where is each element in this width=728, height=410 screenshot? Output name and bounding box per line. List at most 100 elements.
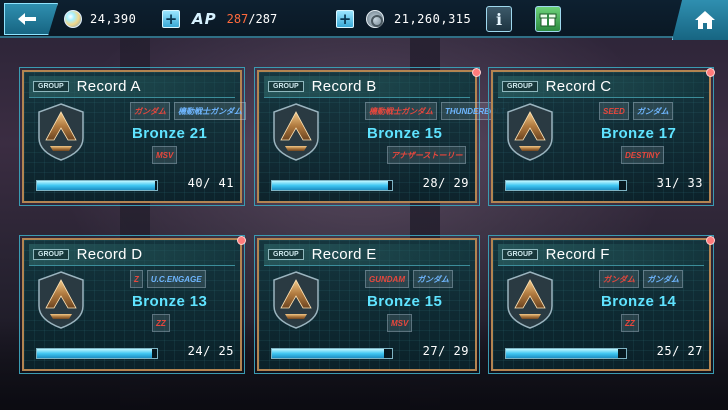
bronze-rank-badge-icon: [271, 102, 321, 162]
series-logo: ΖΖ: [152, 314, 170, 332]
record-card[interactable]: GROUP Record A ガンダム 機動戦士ガンダム Bronze 21 M…: [19, 67, 246, 206]
progress-count: 25/ 27: [656, 344, 703, 358]
resource-2-value: 21,260,315: [394, 12, 472, 26]
series-logo: MSV: [152, 146, 178, 164]
card-header: GROUP Record D: [29, 244, 235, 266]
group-tag: GROUP: [33, 81, 69, 92]
progress-count: 31/ 33: [656, 176, 703, 190]
info-button[interactable]: i: [486, 6, 512, 32]
rank-label: Bronze 17: [601, 125, 677, 142]
plus-icon: +: [164, 9, 178, 28]
series-logo-bottom: ΖΖ: [152, 314, 170, 332]
card-header: GROUP Record B: [264, 76, 470, 98]
record-card[interactable]: GROUP Record B 機動戦士ガンダム THUNDERBOLT Bron…: [254, 66, 510, 206]
resource-1-display: 24,390: [64, 9, 136, 29]
gem-icon: [64, 10, 82, 28]
series-logo: 機動戦士ガンダム: [365, 102, 437, 120]
record-card[interactable]: GROUP Record C SEED ガンダム Bronze 17 DESTI…: [488, 66, 717, 206]
progress-fill: [272, 349, 384, 358]
record-card[interactable]: GROUP Record F ガンダム ガンダム Bronze 14 ΖΖ 25…: [488, 234, 717, 374]
record-name: Record E: [311, 246, 377, 263]
rank-label: Bronze 14: [601, 293, 677, 310]
present-box-button[interactable]: [535, 6, 561, 32]
progress-bar: [271, 180, 393, 191]
series-logo: ガンダム: [413, 270, 453, 288]
record-name: Record B: [311, 78, 377, 95]
ap-current: 287: [226, 12, 249, 26]
series-logo-row: ガンダム ガンダム: [599, 270, 683, 288]
group-tag: GROUP: [33, 249, 69, 260]
coin-icon: [366, 10, 384, 28]
group-tag: GROUP: [268, 249, 304, 260]
info-icon: i: [495, 9, 503, 29]
bronze-rank-badge-icon: [36, 102, 86, 162]
rank-label: Bronze 21: [132, 125, 208, 142]
series-logo-bottom: ΖΖ: [621, 314, 639, 332]
progress-bar: [271, 348, 393, 359]
plus-icon: +: [338, 9, 352, 28]
progress-bar: [505, 348, 627, 359]
record-name: Record D: [76, 246, 143, 263]
series-logo: 機動戦士ガンダム: [174, 102, 246, 120]
bronze-rank-badge-icon: [271, 270, 321, 330]
progress-fill: [506, 181, 619, 190]
series-logo-bottom: DESTINY: [621, 146, 664, 164]
progress-fill: [37, 181, 155, 190]
series-logo: ガンダム: [632, 102, 673, 120]
gift-icon: [539, 13, 557, 27]
rank-label: Bronze 15: [367, 293, 443, 310]
ap-display: AP 287 /287: [192, 9, 277, 29]
record-card[interactable]: GROUP Record D Ζ U.C.ENGAGE Bronze 13 ΖΖ…: [19, 234, 248, 374]
series-logo: アナザーストーリー: [387, 146, 467, 164]
series-logo-row: Ζ U.C.ENGAGE: [130, 270, 206, 288]
progress-count: 24/ 25: [187, 344, 234, 358]
series-logo: SEED: [599, 102, 629, 120]
progress-fill: [37, 349, 153, 358]
record-name: Record C: [545, 78, 612, 95]
progress-count: 27/ 29: [422, 344, 469, 358]
bronze-rank-badge-icon: [505, 270, 555, 330]
card-header: GROUP Record F: [498, 244, 704, 266]
bronze-rank-badge-icon: [505, 102, 555, 162]
record-name: Record A: [76, 78, 141, 95]
progress-bar: [36, 180, 158, 191]
series-logo-bottom: MSV: [387, 314, 413, 332]
group-tag: GROUP: [502, 81, 538, 92]
series-logo: Ζ: [130, 270, 143, 288]
series-logo-row: SEED ガンダム: [599, 102, 673, 120]
series-logo: DESTINY: [621, 146, 664, 164]
top-bar: 24,390 + AP 287 /287 + 21,260,315 i: [0, 0, 728, 40]
series-logo-bottom: アナザーストーリー: [387, 146, 467, 164]
resource-2-display: 21,260,315: [366, 9, 471, 29]
home-button[interactable]: [672, 0, 728, 40]
add-ap-button[interactable]: +: [336, 10, 354, 28]
series-logo: ΖΖ: [621, 314, 639, 332]
card-header: GROUP Record A: [29, 76, 235, 98]
record-card[interactable]: GROUP Record E GUNDAM ガンダム Bronze 15 MSV…: [254, 235, 480, 374]
back-button[interactable]: [4, 3, 58, 35]
add-resource-1-button[interactable]: +: [162, 10, 180, 28]
series-logo: ガンダム: [130, 102, 170, 120]
ap-label: AP: [192, 10, 217, 28]
series-logo-bottom: MSV: [152, 146, 178, 164]
rank-label: Bronze 15: [367, 125, 443, 142]
card-header: GROUP Record E: [264, 244, 470, 266]
rank-label: Bronze 13: [132, 293, 208, 310]
series-logo: ガンダム: [599, 270, 639, 288]
ap-max: /287: [248, 12, 278, 26]
progress-count: 28/ 29: [422, 176, 469, 190]
progress-count: 40/ 41: [187, 176, 234, 190]
progress-bar: [36, 348, 158, 359]
series-logo: ガンダム: [643, 270, 683, 288]
series-logo-row: ガンダム 機動戦士ガンダム: [130, 102, 246, 120]
bronze-rank-badge-icon: [36, 270, 86, 330]
series-logo-row: GUNDAM ガンダム: [365, 270, 453, 288]
progress-fill: [272, 181, 389, 190]
progress-fill: [506, 349, 618, 358]
group-tag: GROUP: [268, 81, 304, 92]
record-name: Record F: [545, 246, 610, 263]
progress-bar: [505, 180, 627, 191]
group-tag: GROUP: [502, 249, 538, 260]
series-logo: MSV: [387, 314, 413, 332]
resource-1-value: 24,390: [90, 12, 137, 26]
